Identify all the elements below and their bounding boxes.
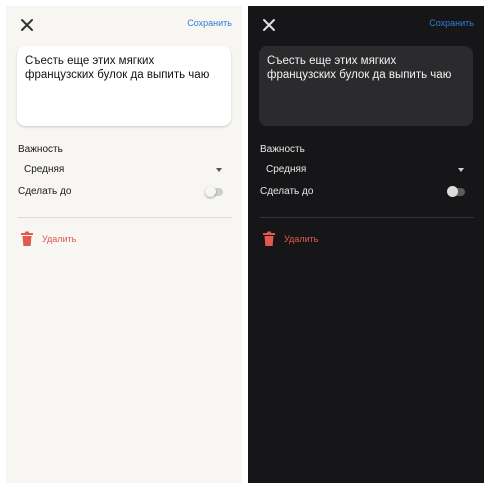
trash-icon	[263, 231, 275, 246]
deadline-label: Сделать до	[18, 186, 72, 197]
chevron-down-icon	[216, 168, 222, 172]
chevron-down-icon	[458, 168, 464, 172]
task-text-field[interactable]: Съесть еще этих мягких французских булок…	[259, 46, 473, 126]
save-button[interactable]: Сохранить	[187, 18, 232, 28]
trash-icon	[21, 231, 33, 246]
toggle-knob	[205, 186, 216, 197]
importance-select[interactable]: Средняя	[18, 164, 222, 178]
deadline-label: Сделать до	[260, 186, 314, 197]
divider	[260, 217, 474, 218]
deadline-toggle[interactable]	[447, 186, 465, 197]
close-button[interactable]	[20, 18, 34, 32]
dark-theme-screen: Сохранить Съесть еще этих мягких француз…	[248, 6, 484, 483]
close-icon	[21, 19, 33, 31]
task-text-field[interactable]: Съесть еще этих мягких французских булок…	[17, 46, 231, 126]
save-button[interactable]: Сохранить	[429, 18, 474, 28]
toggle-knob	[447, 186, 458, 197]
importance-label: Важность	[260, 144, 305, 155]
deadline-toggle[interactable]	[205, 186, 223, 197]
importance-value: Средняя	[266, 164, 307, 175]
importance-label: Важность	[18, 144, 63, 155]
delete-label: Удалить	[284, 234, 319, 244]
delete-label: Удалить	[42, 234, 77, 244]
close-icon	[263, 19, 275, 31]
importance-select[interactable]: Средняя	[260, 164, 464, 178]
close-button[interactable]	[262, 18, 276, 32]
importance-value: Средняя	[24, 164, 65, 175]
light-theme-screen: Сохранить Съесть еще этих мягких француз…	[6, 6, 242, 483]
divider	[18, 217, 232, 218]
